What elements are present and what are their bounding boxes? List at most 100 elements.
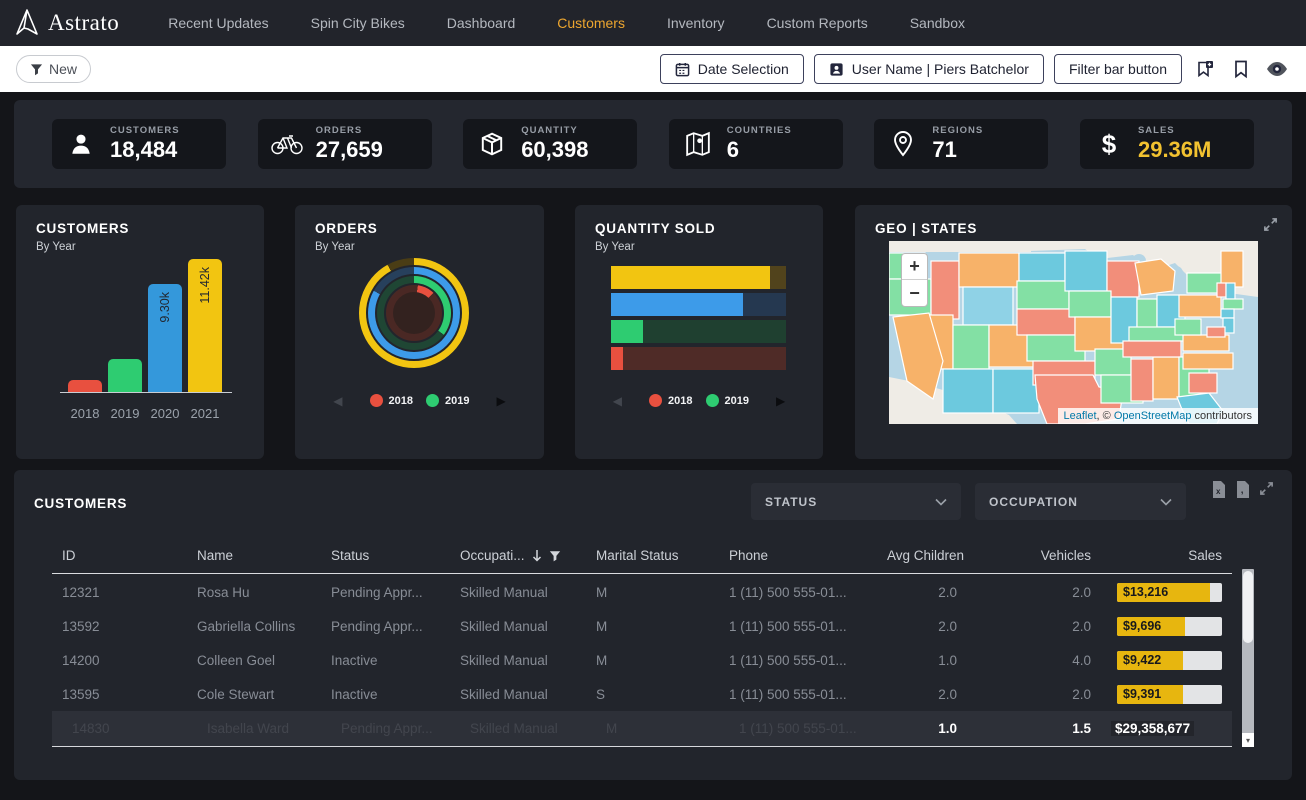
export-csv-icon[interactable]: , <box>1235 481 1250 498</box>
legend-dot <box>649 394 662 407</box>
legend-prev-arrow[interactable]: ◀ <box>613 395 622 407</box>
nav-item-recent-updates[interactable]: Recent Updates <box>147 0 289 46</box>
column-header-vehicles[interactable]: Vehicles <box>967 548 1101 563</box>
nav-item-customers[interactable]: Customers <box>536 0 646 46</box>
user-button[interactable]: User Name | Piers Batchelor <box>814 54 1044 84</box>
date-selection-button[interactable]: Date Selection <box>660 54 804 84</box>
geo-states-map-panel: GEO | STATES <box>855 205 1292 459</box>
leaflet-map[interactable]: + − Leaflet, © OpenStreetMap contributor… <box>889 241 1258 424</box>
nav-item-inventory[interactable]: Inventory <box>646 0 746 46</box>
export-excel-icon[interactable]: x <box>1211 481 1226 498</box>
status-filter-dropdown[interactable]: STATUS <box>751 483 961 520</box>
ring-2020 <box>368 267 460 359</box>
expand-icon[interactable] <box>1259 481 1274 498</box>
zoom-in-button[interactable]: + <box>902 254 927 280</box>
map-icon <box>681 131 715 157</box>
cell-sales: $9,391 <box>1101 685 1232 704</box>
nav-item-sandbox[interactable]: Sandbox <box>889 0 986 46</box>
column-header-marital-status[interactable]: Marital Status <box>586 548 719 563</box>
cell-phone: 1 (11) 500 555-01... <box>719 619 877 634</box>
legend-label: 2019 <box>725 395 749 407</box>
cell-occupation: Skilled Manual <box>450 619 586 634</box>
bookmark-add-icon[interactable] <box>1192 54 1218 84</box>
nav-item-spin-city-bikes[interactable]: Spin City Bikes <box>290 0 426 46</box>
chart-subtitle: By Year <box>315 241 355 253</box>
legend-dot <box>370 394 383 407</box>
expand-icon[interactable] <box>1263 217 1278 232</box>
legend-next-arrow[interactable]: ▶ <box>496 395 505 407</box>
kpi-card-customers: CUSTOMERS18,484 <box>52 119 226 169</box>
hbar-2020 <box>611 293 786 316</box>
cell-sales: $13,216 <box>1101 583 1232 602</box>
openstreetmap-link[interactable]: OpenStreetMap <box>1114 410 1192 422</box>
ring-gap <box>384 283 444 343</box>
leaflet-link[interactable]: Leaflet <box>1064 410 1097 422</box>
scrollbar-down-arrow[interactable]: ▾ <box>1242 733 1254 747</box>
cell-avg_children: 1.0 <box>877 653 967 668</box>
table-row[interactable]: 12321Rosa HuPending Appr...Skilled Manua… <box>52 575 1232 609</box>
chart-subtitle: By Year <box>595 241 635 253</box>
table-row[interactable]: 13592Gabriella CollinsPending Appr...Ski… <box>52 609 1232 643</box>
filter-bar-button[interactable]: Filter bar button <box>1054 54 1182 84</box>
sort-descending-icon[interactable] <box>532 549 542 562</box>
legend-next-arrow[interactable]: ▶ <box>776 395 785 407</box>
customers-by-year-chart-panel: CUSTOMERS By Year 9.30k11.42k 2018201920… <box>16 205 264 459</box>
column-header-avg-children[interactable]: Avg Children <box>877 548 967 563</box>
dashboard-page: Astrato Recent UpdatesSpin City BikesDas… <box>0 0 1306 800</box>
bookmark-icon[interactable] <box>1228 54 1254 84</box>
brand[interactable]: Astrato <box>14 8 119 38</box>
ghost-cell-phone: 1 (11) 500 555-01... <box>729 721 887 736</box>
column-header-phone[interactable]: Phone <box>719 548 877 563</box>
cell-phone: 1 (11) 500 555-01... <box>719 687 877 702</box>
zoom-out-button[interactable]: − <box>902 280 927 306</box>
nav-item-custom-reports[interactable]: Custom Reports <box>746 0 889 46</box>
kpi-text: SALES29.36M <box>1138 125 1211 163</box>
attribution-separator: , © <box>1097 410 1114 422</box>
cell-name: Cole Stewart <box>187 687 321 702</box>
kpi-value: 60,398 <box>521 137 588 163</box>
bar-2019 <box>108 359 142 392</box>
cell-occupation: Skilled Manual <box>450 687 586 702</box>
bar-2020: 9.30k <box>148 284 182 392</box>
occupation-filter-dropdown[interactable]: OCCUPATION <box>975 483 1186 520</box>
filter-toolbar: New Date Selection User Name | Piers Bat… <box>0 46 1306 92</box>
kpi-label: SALES <box>1138 125 1211 136</box>
sales-data-bar: $13,216 <box>1117 583 1222 602</box>
column-header-sales[interactable]: Sales <box>1101 548 1232 563</box>
ring-2019 <box>377 276 451 350</box>
kpi-label: COUNTRIES <box>727 125 792 136</box>
eye-icon[interactable] <box>1264 54 1290 84</box>
map-title: GEO | STATES <box>875 221 977 236</box>
nav-item-dashboard[interactable]: Dashboard <box>426 0 537 46</box>
table-header-row: IDNameStatus Occupati... Marital StatusPho… <box>52 544 1232 574</box>
table-row[interactable]: 13595Cole StewartInactiveSkilled ManualS… <box>52 677 1232 711</box>
cell-status: Inactive <box>321 687 450 702</box>
hbar-fill-2019 <box>611 320 643 343</box>
cell-name: Gabriella Collins <box>187 619 321 634</box>
cell-id: 13595 <box>52 687 187 702</box>
hbar-2019 <box>611 320 786 343</box>
attribution-suffix: contributors <box>1191 410 1252 422</box>
table-row[interactable]: 14200Colleen GoelInactiveSkilled ManualM… <box>52 643 1232 677</box>
legend-prev-arrow[interactable]: ◀ <box>333 395 342 407</box>
column-header-id[interactable]: ID <box>52 548 187 563</box>
table-scrollbar[interactable] <box>1242 569 1254 747</box>
cell-avg_children: 2.0 <box>877 585 967 600</box>
bar-2018 <box>68 380 102 392</box>
cell-marital: S <box>586 687 719 702</box>
chart-title: ORDERS <box>315 221 378 236</box>
new-filter-button[interactable]: New <box>16 55 91 83</box>
bar-value-label: 11.42k <box>198 267 232 304</box>
column-header-label: Occupati... <box>460 548 525 563</box>
scrollbar-thumb[interactable] <box>1243 571 1253 643</box>
x-tick-label: 2021 <box>188 406 222 421</box>
column-header-status[interactable]: Status <box>321 548 450 563</box>
kpi-value: 71 <box>932 137 983 163</box>
kpi-card-regions: REGIONS71 <box>874 119 1048 169</box>
column-header-name[interactable]: Name <box>187 548 321 563</box>
kpi-text: ORDERS27,659 <box>316 125 383 163</box>
customers-table-panel: CUSTOMERS STATUS OCCUPATION x , <box>14 470 1292 780</box>
filter-funnel-icon[interactable] <box>549 550 561 562</box>
column-header-occupati-[interactable]: Occupati... <box>450 548 586 563</box>
kpi-label: QUANTITY <box>521 125 588 136</box>
